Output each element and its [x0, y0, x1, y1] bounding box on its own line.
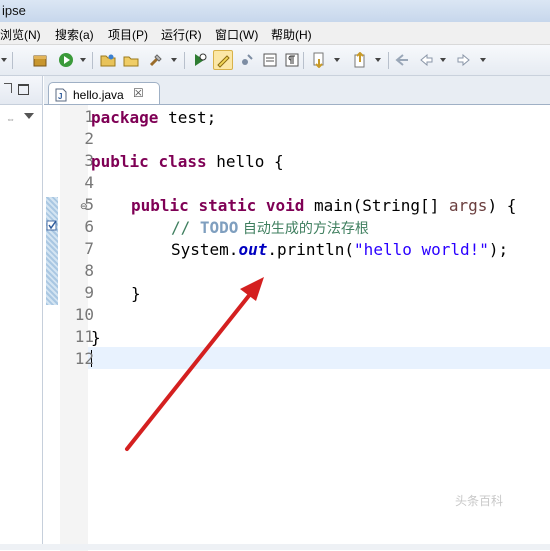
open-folder-icon[interactable] [99, 51, 117, 69]
next-edit-icon[interactable] [310, 51, 328, 69]
line-number: 7 [84, 239, 94, 258]
restore-icon[interactable] [4, 83, 12, 93]
chevron-down-icon[interactable] [440, 58, 446, 62]
task-icon[interactable] [46, 219, 58, 231]
tab-label: hello.java [73, 88, 124, 102]
pilcrow-icon[interactable] [283, 51, 301, 69]
code-text: } [131, 284, 141, 303]
toggle-mark-occurrences-icon[interactable] [213, 50, 233, 70]
keyword: static [198, 196, 257, 215]
next-annotation-icon[interactable] [191, 51, 209, 69]
line-number: 11 [74, 327, 94, 346]
fold-collapse-icon[interactable]: ⊖ [80, 201, 88, 212]
static-field: out [238, 240, 268, 259]
code-line-5: public static void main(String[] args) { [91, 195, 516, 217]
run-icon[interactable] [57, 51, 75, 69]
line-number: 4 [84, 173, 94, 192]
menu-help[interactable]: 帮助(H) [271, 26, 312, 43]
edit-icon[interactable] [238, 51, 256, 69]
package-explorer-panel: ⇔ [0, 76, 43, 550]
line-number: 8 [84, 261, 94, 280]
line-number: 10 [74, 305, 94, 324]
menu-search[interactable]: 搜索(a) [55, 26, 94, 43]
chevron-down-icon[interactable] [1, 58, 7, 62]
package-icon[interactable] [31, 51, 49, 69]
code-text: .println( [267, 240, 355, 259]
code-line-1: package test; [91, 107, 216, 129]
line-number: 5 [84, 195, 94, 214]
todo-tag: TODO [199, 218, 239, 237]
code-text: System. [171, 240, 239, 259]
open-type-icon[interactable] [122, 51, 140, 69]
toolbar-separator [184, 52, 185, 69]
code-line-6: // TODO 自动生成的方法存根 [91, 217, 369, 239]
line-number: 12 [74, 349, 94, 368]
menu-run[interactable]: 运行(R) [161, 26, 202, 43]
line-number: 3 [84, 151, 94, 170]
menu-bar: 浏览(N) 搜索(a) 项目(P) 运行(R) 窗口(W) 帮助(H) [0, 22, 550, 45]
code-text: main(String[] [304, 196, 449, 215]
collapse-icon[interactable]: ⇔ [6, 114, 15, 124]
comment: // [171, 218, 200, 237]
last-edit-icon[interactable] [393, 51, 411, 69]
svg-text:J: J [58, 92, 62, 101]
previous-edit-icon[interactable] [351, 51, 369, 69]
string-literal: "hello world!" [354, 240, 489, 259]
show-whitespace-icon[interactable] [261, 51, 279, 69]
view-menu-icon[interactable] [24, 113, 34, 119]
chevron-down-icon[interactable] [171, 58, 177, 62]
main-toolbar [0, 45, 550, 76]
code-line-11: } [91, 327, 101, 349]
chevron-down-icon[interactable] [334, 58, 340, 62]
code-editor[interactable]: 1 2 3 4 5 6 7 8 9 10 11 12 ⊖ package tes… [44, 104, 550, 551]
parameter-name: args [448, 196, 488, 215]
keyword: class [158, 152, 207, 171]
toolbar-separator [12, 52, 13, 69]
keyword: public [91, 152, 149, 171]
watermark: 头条百科 [455, 494, 504, 508]
line-number: 1 [84, 107, 94, 126]
line-number: 6 [84, 217, 94, 236]
code-text: } [91, 328, 101, 347]
code-line-3: public class hello { [91, 151, 284, 173]
code-text: test; [158, 108, 217, 127]
maximize-icon[interactable] [18, 84, 29, 95]
code-text: ); [488, 240, 509, 259]
code-text: ) { [487, 196, 517, 215]
code-line-9: } [91, 283, 141, 305]
close-icon[interactable]: ☒ [133, 86, 144, 100]
overview-ruler [44, 105, 60, 551]
line-number: 2 [84, 129, 94, 148]
code-line-7: System.out.println("hello world!"); [91, 239, 508, 261]
menu-navigate[interactable]: 浏览(N) [0, 26, 41, 43]
keyword: void [265, 196, 305, 215]
chevron-down-icon[interactable] [80, 58, 86, 62]
quick-diff-bar [46, 197, 58, 305]
window-title: ipse [2, 3, 26, 18]
comment: 自动生成的方法存根 [238, 221, 369, 237]
toolbar-separator [303, 52, 304, 69]
menu-window[interactable]: 窗口(W) [215, 26, 258, 43]
code-text: hello { [206, 152, 284, 171]
search-icon[interactable] [147, 51, 165, 69]
current-line-highlight [88, 347, 550, 369]
java-file-icon: J [55, 88, 67, 102]
toolbar-separator [92, 52, 93, 69]
toolbar-separator [388, 52, 389, 69]
editor-bottom-edge [0, 544, 550, 550]
chevron-down-icon[interactable] [375, 58, 381, 62]
chevron-down-icon[interactable] [480, 58, 486, 62]
keyword: public [131, 196, 189, 215]
panel-header [0, 76, 42, 105]
menu-project[interactable]: 项目(P) [108, 26, 148, 43]
forward-icon[interactable] [455, 51, 473, 69]
title-bar: ipse [0, 0, 550, 23]
line-number: 9 [84, 283, 94, 302]
back-icon[interactable] [417, 51, 435, 69]
keyword: package [91, 108, 159, 127]
